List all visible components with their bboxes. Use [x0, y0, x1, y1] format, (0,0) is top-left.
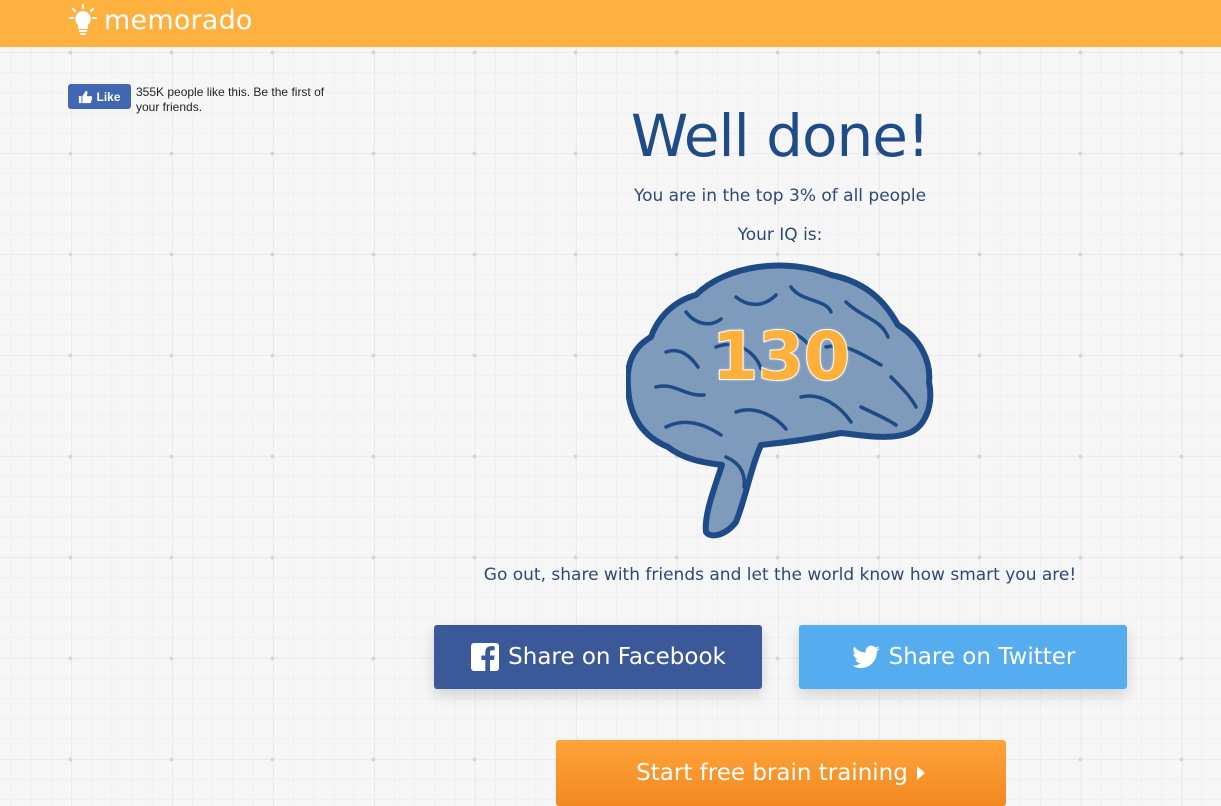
facebook-icon: [471, 643, 500, 671]
start-brain-training-button[interactable]: Start free brain training: [556, 740, 1006, 806]
result-subtitle: You are in the top 3% of all people: [633, 186, 927, 206]
start-brain-training-label: Start free brain training: [636, 760, 908, 786]
facebook-like-label: Like: [96, 89, 121, 104]
iq-label: Your IQ is:: [737, 225, 823, 245]
logo[interactable]: memorado: [68, 3, 253, 37]
iq-score: 130: [711, 317, 851, 396]
share-prompt: Go out, share with friends and let the w…: [483, 565, 1077, 585]
share-twitter-button[interactable]: Share on Twitter: [799, 625, 1127, 689]
page-title: Well done!: [630, 102, 930, 170]
facebook-like-widget: Like 355K people like this. Be the first…: [68, 84, 346, 115]
twitter-icon: [851, 645, 880, 669]
brain-icon: [626, 262, 934, 539]
share-twitter-label: Share on Twitter: [888, 644, 1076, 670]
facebook-like-button[interactable]: Like: [68, 84, 131, 109]
share-facebook-button[interactable]: Share on Facebook: [434, 625, 762, 689]
caret-right-icon: [916, 766, 925, 780]
thumbs-up-icon: [79, 90, 93, 103]
logo-text: memorado: [104, 4, 253, 36]
facebook-like-count-text: 355K people like this. Be the first of y…: [136, 85, 325, 114]
share-facebook-label: Share on Facebook: [508, 644, 726, 670]
lightbulb-icon: [69, 4, 97, 35]
top-bar: memorado: [0, 0, 1221, 47]
